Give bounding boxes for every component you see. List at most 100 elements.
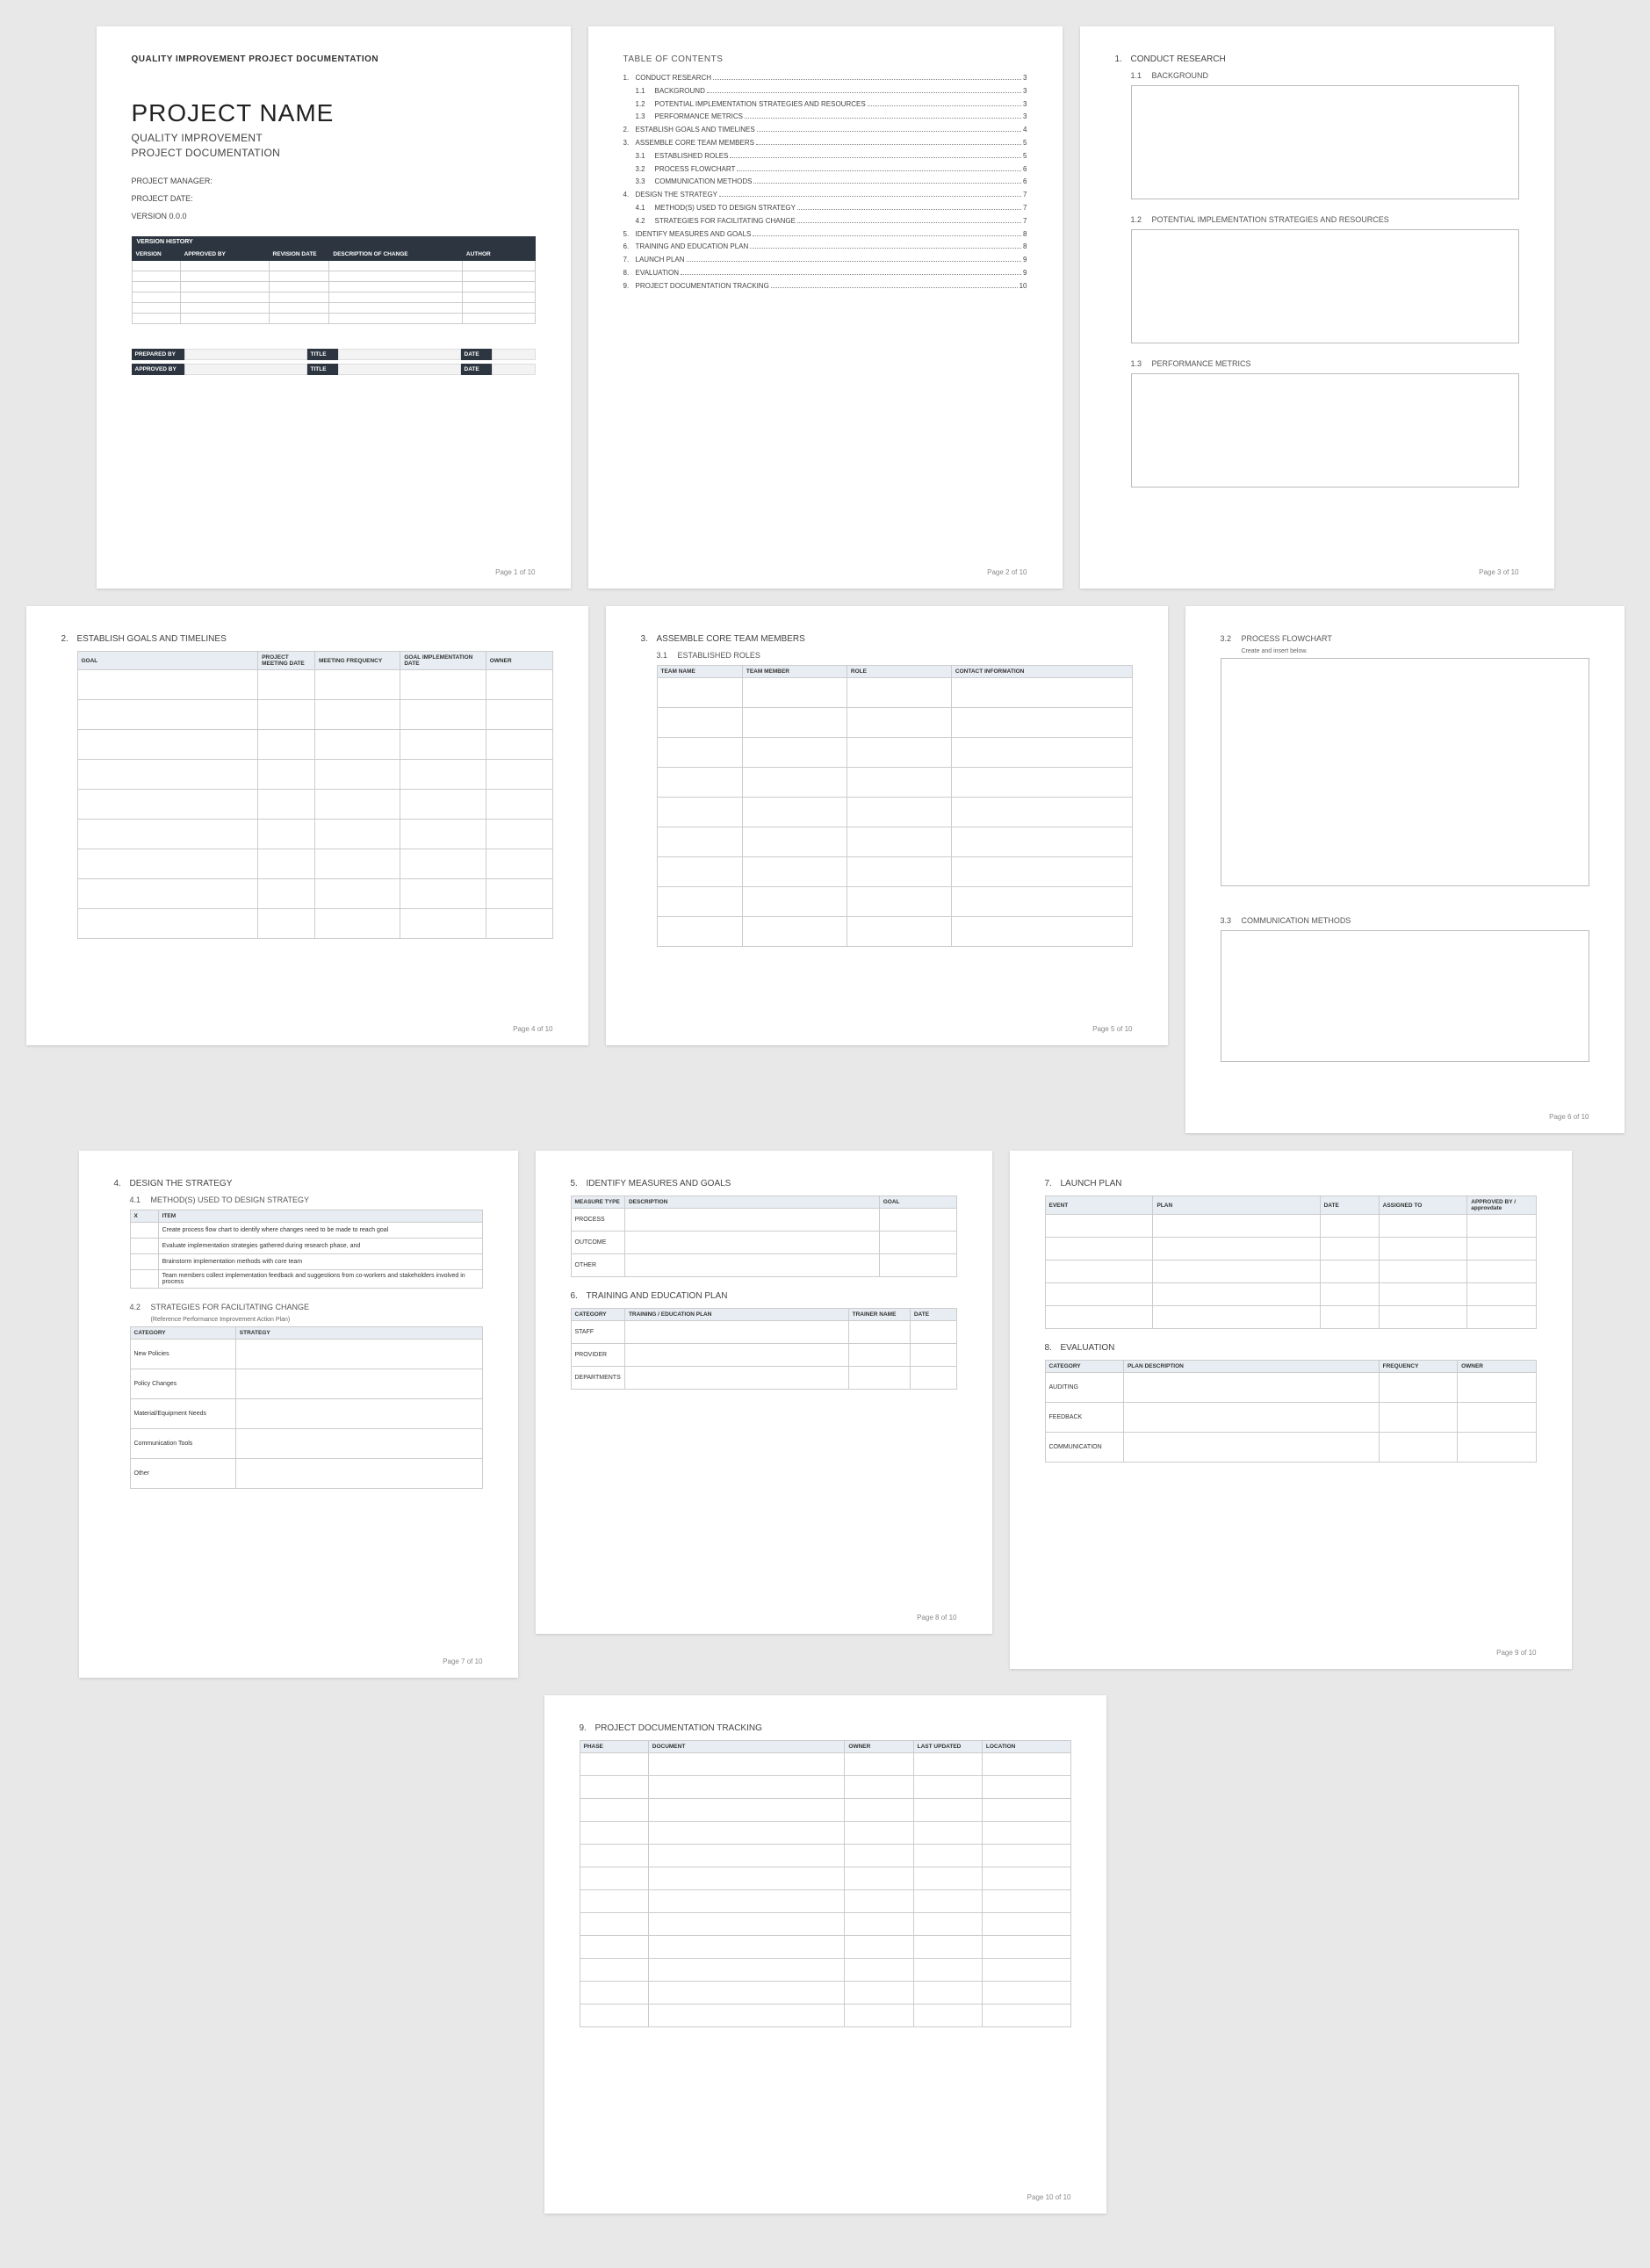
launch-col-date: DATE xyxy=(1320,1196,1379,1215)
toc-dots xyxy=(707,92,1021,93)
metrics-box xyxy=(1131,373,1519,488)
section-4-heading: 4.DESIGN THE STRATEGY xyxy=(114,1179,483,1188)
section-4-1-title: METHOD(S) USED TO DESIGN STRATEGY xyxy=(151,1195,310,1204)
toc-row: 8.EVALUATION9 xyxy=(623,268,1027,279)
train-col-cat: CATEGORY xyxy=(571,1309,624,1321)
roles-tbody xyxy=(657,678,1132,947)
train-col-plan: TRAINING / EDUCATION PLAN xyxy=(624,1309,848,1321)
launch-tbody xyxy=(1045,1215,1536,1329)
launch-col-approved: APPROVED BY / approvdate xyxy=(1467,1196,1536,1215)
meas-row: OUTCOME xyxy=(571,1232,624,1254)
launch-col-plan: PLAN xyxy=(1153,1196,1320,1215)
meas-col-type: MEASURE TYPE xyxy=(571,1196,624,1209)
evaluation-table: CATEGORYPLAN DESCRIPTIONFREQUENCYOWNER A… xyxy=(1045,1360,1537,1463)
vh-col-author: AUTHOR xyxy=(462,248,535,260)
project-manager-line: PROJECT MANAGER: xyxy=(132,177,536,185)
page-number: Page 9 of 10 xyxy=(1496,1649,1536,1657)
page-10: 9.PROJECT DOCUMENTATION TRACKING PHASEDO… xyxy=(544,1695,1106,2214)
method-item: Team members collect implementation feed… xyxy=(158,1270,482,1289)
toc-dots xyxy=(753,235,1021,236)
toc-list: 1.CONDUCT RESEARCH31.1BACKGROUND31.2POTE… xyxy=(623,73,1027,293)
project-subtitle-line2: PROJECT DOCUMENTATION xyxy=(132,147,281,159)
train-row: PROVIDER xyxy=(571,1344,624,1367)
roles-table: TEAM NAME TEAM MEMBER ROLE CONTACT INFOR… xyxy=(657,665,1133,947)
strat-col-strat: STRATEGY xyxy=(235,1327,482,1340)
toc-row: 3.2PROCESS FLOWCHART6 xyxy=(623,164,1027,176)
page-6: 3.2PROCESS FLOWCHART Create and insert b… xyxy=(1185,606,1625,1133)
toc-num: 5. xyxy=(623,229,636,241)
toc-page: 8 xyxy=(1023,229,1027,241)
page-number: Page 3 of 10 xyxy=(1479,568,1518,576)
track-col-updated: LAST UPDATED xyxy=(913,1741,982,1753)
eval-row: COMMUNICATION xyxy=(1045,1433,1123,1463)
toc-num: 4.1 xyxy=(636,203,655,214)
page-2: TABLE OF CONTENTS 1.CONDUCT RESEARCH31.1… xyxy=(588,26,1063,589)
strategies-table: CATEGORYSTRATEGY New Policies Policy Cha… xyxy=(130,1326,483,1489)
sig-title-label2: TITLE xyxy=(307,364,338,375)
project-version-line: VERSION 0.0.0 xyxy=(132,212,536,220)
toc-page: 4 xyxy=(1023,125,1027,136)
section-2-title: ESTABLISH GOALS AND TIMELINES xyxy=(77,634,227,644)
section-8-heading: 8.EVALUATION xyxy=(1045,1343,1537,1353)
section-5-heading: 5.IDENTIFY MEASURES AND GOALS xyxy=(571,1179,957,1188)
strategies-box xyxy=(1131,229,1519,343)
tracking-table: PHASEDOCUMENTOWNERLAST UPDATEDLOCATION xyxy=(580,1740,1071,2027)
doc-type-header: QUALITY IMPROVEMENT PROJECT DOCUMENTATIO… xyxy=(132,54,536,64)
toc-label: PERFORMANCE METRICS xyxy=(655,112,743,123)
page-number: Page 6 of 10 xyxy=(1549,1113,1589,1121)
toc-label: COMMUNICATION METHODS xyxy=(655,177,753,188)
toc-dots xyxy=(737,170,1021,171)
sig-prepared-label: PREPARED BY xyxy=(132,349,184,360)
toc-row: 3.1ESTABLISHED ROLES5 xyxy=(623,151,1027,163)
page-3: 1.CONDUCT RESEARCH 1.1BACKGROUND 1.2POTE… xyxy=(1080,26,1554,589)
methods-col-x: X xyxy=(130,1210,158,1223)
toc-num: 6. xyxy=(623,242,636,253)
roles-col-contact: CONTACT INFORMATION xyxy=(951,666,1132,678)
toc-dots xyxy=(713,79,1021,80)
eval-col-owner: OWNER xyxy=(1458,1361,1536,1373)
toc-dots xyxy=(730,157,1021,158)
toc-row: 4.1METHOD(S) USED TO DESIGN STRATEGY7 xyxy=(623,203,1027,214)
section-1-3-heading: 1.3PERFORMANCE METRICS xyxy=(1131,359,1519,368)
goals-tbody xyxy=(77,670,552,939)
tracking-tbody xyxy=(580,1753,1070,2027)
section-3-3-title: COMMUNICATION METHODS xyxy=(1242,916,1351,925)
strat-cat: New Policies xyxy=(130,1340,235,1369)
methods-col-item: ITEM xyxy=(158,1210,482,1223)
section-4-2-title: STRATEGIES FOR FACILITATING CHANGE xyxy=(151,1303,310,1311)
eval-row: AUDITING xyxy=(1045,1373,1123,1403)
toc-dots xyxy=(868,105,1021,106)
toc-label: METHOD(S) USED TO DESIGN STRATEGY xyxy=(655,203,796,214)
goals-col-impl-date: GOAL IMPLEMENTATION DATE xyxy=(400,652,486,670)
toc-title: TABLE OF CONTENTS xyxy=(623,54,1027,64)
section-3-2-title: PROCESS FLOWCHART xyxy=(1242,634,1332,643)
training-table: CATEGORYTRAINING / EDUCATION PLANTRAINER… xyxy=(571,1308,957,1390)
launch-table: EVENTPLANDATEASSIGNED TOAPPROVED BY / ap… xyxy=(1045,1195,1537,1329)
toc-num: 4. xyxy=(623,190,636,201)
section-1-heading: 1.CONDUCT RESEARCH xyxy=(1115,54,1519,64)
section-3-3-heading: 3.3COMMUNICATION METHODS xyxy=(1221,916,1589,925)
project-date-line: PROJECT DATE: xyxy=(132,194,536,203)
toc-label: TRAINING AND EDUCATION PLAN xyxy=(636,242,749,253)
toc-row: 5.IDENTIFY MEASURES AND GOALS 8 xyxy=(623,229,1027,241)
project-name-title: PROJECT NAME xyxy=(132,99,536,127)
toc-page: 7 xyxy=(1023,216,1027,228)
toc-num: 3.1 xyxy=(636,151,655,163)
toc-label: IDENTIFY MEASURES AND GOALS xyxy=(636,229,752,241)
version-history-table: VERSION APPROVED BY REVISION DATE DESCRI… xyxy=(132,248,536,324)
section-1-2-heading: 1.2POTENTIAL IMPLEMENTATION STRATEGIES A… xyxy=(1131,215,1519,224)
training-tbody: STAFF PROVIDER DEPARTMENTS xyxy=(571,1321,956,1390)
goals-col-frequency: MEETING FREQUENCY xyxy=(314,652,400,670)
roles-col-role: ROLE xyxy=(847,666,951,678)
toc-num: 9. xyxy=(623,281,636,293)
toc-label: BACKGROUND xyxy=(655,86,705,98)
toc-num: 1.3 xyxy=(636,112,655,123)
track-col-owner: OWNER xyxy=(845,1741,913,1753)
eval-col-desc: PLAN DESCRIPTION xyxy=(1123,1361,1379,1373)
eval-row: FEEDBACK xyxy=(1045,1403,1123,1433)
strat-cat: Material/Equipment Needs xyxy=(130,1399,235,1429)
toc-label: PROCESS FLOWCHART xyxy=(655,164,736,176)
meas-col-goal: GOAL xyxy=(879,1196,956,1209)
toc-num: 7. xyxy=(623,255,636,266)
page-4: 2.ESTABLISH GOALS AND TIMELINES GOAL PRO… xyxy=(26,606,588,1045)
